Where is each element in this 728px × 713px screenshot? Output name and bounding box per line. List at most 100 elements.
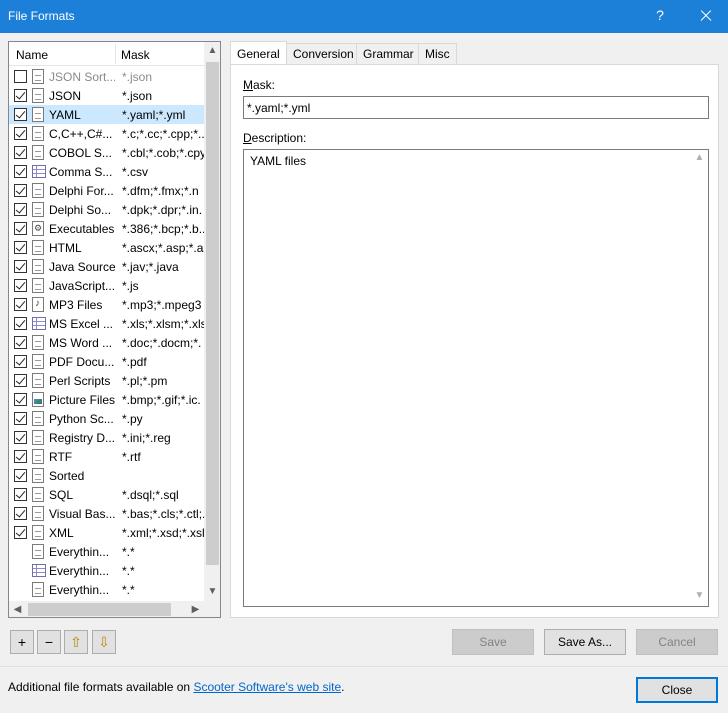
enable-checkbox[interactable] [14,241,27,254]
list-item[interactable]: MP3 Files *.mp3;*.mpeg3 [9,295,204,314]
list-item[interactable]: Everythin... *.* [9,542,204,561]
scroll-up-icon[interactable]: ▲ [691,152,708,163]
cancel-button[interactable]: Cancel [636,629,718,655]
enable-checkbox[interactable] [14,279,27,292]
enable-checkbox[interactable] [14,317,27,330]
enable-checkbox[interactable] [14,165,27,178]
enable-checkbox[interactable] [14,89,27,102]
column-header-mask[interactable]: Mask [121,48,150,62]
list-item[interactable]: JSON *.json [9,86,204,105]
table-icon [32,165,46,178]
file-format-list[interactable]: Name Mask JSON Sort... *.json JSON *.json YA… [8,41,221,618]
enable-checkbox[interactable] [14,146,27,159]
close-icon[interactable] [694,5,718,27]
scroll-down-icon[interactable]: ▼ [204,583,220,600]
format-name: Delphi So... [49,203,112,217]
tab-grammar[interactable]: Grammar [356,43,421,65]
enable-checkbox[interactable] [14,469,27,482]
add-format-button[interactable]: + [10,630,34,654]
scroll-thumb[interactable] [206,62,219,565]
list-item[interactable]: MS Word ... *.doc;*.docm;*. [9,333,204,352]
enable-checkbox[interactable] [14,526,27,539]
mask-input[interactable]: *.yaml;*.yml [243,96,709,119]
enable-checkbox[interactable] [14,127,27,140]
list-item[interactable]: Everythin... *.* [9,580,204,599]
enable-checkbox[interactable] [14,431,27,444]
save-as-button[interactable]: Save As... [544,629,626,655]
list-item[interactable]: Registry D... *.ini;*.reg [9,428,204,447]
enable-checkbox[interactable] [14,507,27,520]
list-header: Name Mask [9,42,204,66]
description-textarea[interactable]: YAML files ▲ ▼ [243,149,709,607]
enable-checkbox[interactable] [14,184,27,197]
list-item[interactable]: XML *.xml;*.xsd;*.xsl [9,523,204,542]
list-item[interactable]: JavaScript... *.js [9,276,204,295]
format-name: SQL [49,488,74,502]
binary-file-icon [32,582,44,597]
enable-checkbox[interactable] [14,355,27,368]
tab-general[interactable]: General [230,41,287,66]
description-scrollbar[interactable]: ▲ ▼ [691,150,708,606]
list-item[interactable]: YAML *.yaml;*.yml [9,105,204,124]
enable-checkbox[interactable] [14,108,27,121]
scroll-down-icon[interactable]: ▼ [691,590,708,601]
scroll-right-icon[interactable]: ▶ [187,601,204,617]
move-down-button[interactable]: ⇩ [92,630,116,654]
list-item[interactable]: Sorted [9,466,204,485]
enable-checkbox[interactable] [14,298,27,311]
list-item[interactable]: MS Excel ... *.xls;*.xlsm;*.xls [9,314,204,333]
list-item[interactable]: Delphi So... *.dpk;*.dpr;*.in. [9,200,204,219]
picture-file-icon [32,392,44,407]
list-item[interactable]: COBOL S... *.cbl;*.cob;*.cpy [9,143,204,162]
save-button[interactable]: Save [452,629,534,655]
remove-format-button[interactable]: − [37,630,61,654]
scroll-left-icon[interactable]: ◀ [9,601,26,617]
enable-checkbox[interactable] [14,260,27,273]
list-item[interactable]: Java Source *.jav;*.java [9,257,204,276]
list-item[interactable]: RTF *.rtf [9,447,204,466]
scroll-thumb-horizontal[interactable] [28,603,171,616]
list-item[interactable]: Perl Scripts *.pl;*.pm [9,371,204,390]
help-icon[interactable]: ? [652,7,668,23]
file-icon [32,240,44,255]
format-mask: *.dfm;*.fmx;*.n [122,184,199,198]
format-name: Picture Files [49,393,115,407]
list-item[interactable]: Everythin... *.* [9,561,204,580]
move-up-button[interactable]: ⇧ [64,630,88,654]
format-name: C,C++,C#... [49,127,113,141]
list-item[interactable]: SQL *.dsql;*.sql [9,485,204,504]
vertical-scrollbar[interactable]: ▲ ▼ [204,42,220,601]
list-item[interactable]: Comma S... *.csv [9,162,204,181]
list-item[interactable]: C,C++,C#... *.c;*.cc;*.cpp;*... [9,124,204,143]
list-item[interactable]: PDF Docu... *.pdf [9,352,204,371]
tab-misc[interactable]: Misc [418,43,457,65]
list-item[interactable]: Python Sc... *.py [9,409,204,428]
enable-checkbox[interactable] [14,374,27,387]
list-item[interactable]: Visual Bas... *.bas;*.cls;*.ctl;. [9,504,204,523]
list-item[interactable]: JSON Sort... *.json [9,67,204,86]
format-mask: *.py [122,412,143,426]
column-divider[interactable] [115,44,116,64]
list-item[interactable]: Executables *.386;*.bcp;*.b... [9,219,204,238]
enable-checkbox[interactable] [14,450,27,463]
scroll-up-icon[interactable]: ▲ [204,42,220,59]
horizontal-scrollbar[interactable]: ◀ ▶ [9,601,204,617]
enable-checkbox[interactable] [14,488,27,501]
format-mask: *.yaml;*.yml [122,108,186,122]
close-button[interactable]: Close [636,677,718,703]
enable-checkbox[interactable] [14,393,27,406]
column-header-name[interactable]: Name [16,48,48,62]
enable-checkbox[interactable] [14,70,27,83]
enable-checkbox[interactable] [14,222,27,235]
enable-checkbox[interactable] [14,412,27,425]
format-name: Everythin... [49,545,110,559]
scrollbar-corner [204,601,220,617]
web-site-link[interactable]: Scooter Software's web site [193,680,341,694]
format-mask: *.dsql;*.sql [122,488,179,502]
list-item[interactable]: HTML *.ascx;*.asp;*.a... [9,238,204,257]
list-item[interactable]: Delphi For... *.dfm;*.fmx;*.n [9,181,204,200]
enable-checkbox[interactable] [14,203,27,216]
enable-checkbox[interactable] [14,336,27,349]
tab-conversion[interactable]: Conversion [286,43,361,65]
list-item[interactable]: Picture Files *.bmp;*.gif;*.ic. [9,390,204,409]
